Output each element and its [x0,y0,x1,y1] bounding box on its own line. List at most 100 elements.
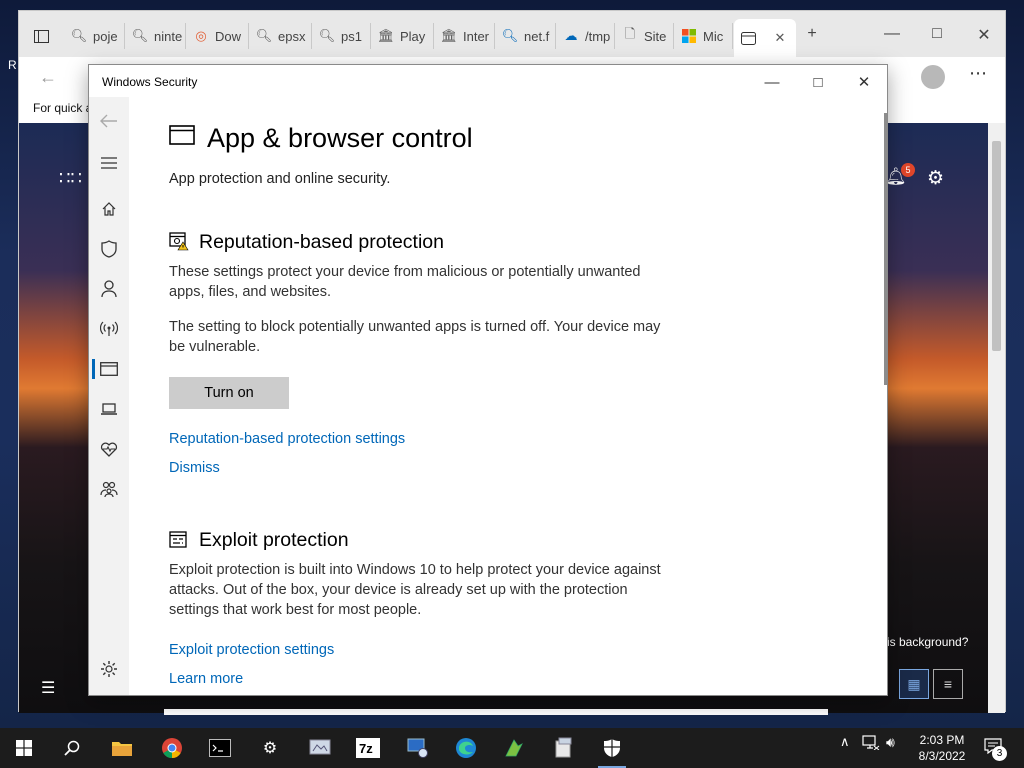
search-button[interactable] [58,734,86,762]
search-icon: 🔍︎ [131,28,149,43]
reputation-settings-link[interactable]: Reputation-based protection settings [169,431,405,447]
windows-security-taskbar-icon[interactable] [598,734,626,762]
close-tab-icon[interactable]: ✕ [772,30,788,46]
installer-app-icon[interactable] [550,734,578,762]
search-icon: 🔍︎ [255,28,273,43]
wireless-antenna-icon [100,321,118,336]
maximize-browser-button[interactable]: □ [922,25,952,43]
back-arrow-icon[interactable]: ← [39,67,57,88]
browser-tab[interactable]: 🗋 Site [616,23,674,49]
list-view-icon[interactable]: ≡ [933,669,963,699]
puzzle-app-icon[interactable]: ⚙ [256,734,284,762]
app-browser-icon [100,362,118,376]
network-window-icon[interactable] [306,734,334,762]
tab-label: ps1 [341,28,362,44]
tray-overflow-icon[interactable]: ∧ [840,734,850,750]
more-options-icon[interactable]: ⋯ [969,63,987,84]
nav-device-security[interactable] [89,393,129,425]
page-scrollbar[interactable] [988,123,1005,713]
grid-view-icon[interactable]: ▦ [899,669,929,699]
tab-strip: 🔍︎ poje 🔍︎ ninte ◎ Dow 🔍︎ epsx 🔍︎ ps1 🏛︎… [19,11,1005,57]
desktop-label: R [8,58,17,72]
tab-actions-button[interactable] [27,23,61,49]
minimize-button[interactable]: — [749,71,795,95]
browser-tab[interactable]: 🔍︎ epsx [250,23,312,49]
content-scrollbar[interactable] [884,113,887,385]
browser-tab[interactable]: 🏛︎ Inter [435,23,495,49]
network-icon[interactable] [862,734,880,753]
browser-tab[interactable]: ◎ Dow [187,23,249,49]
nav-firewall-network[interactable] [89,313,129,345]
browser-tab[interactable]: 🔍︎ net.f [496,23,556,49]
tab-label: Dow [215,28,242,44]
browser-tab[interactable]: Mic [675,23,733,49]
search-icon: 🔍︎ [318,28,336,43]
search-icon: 🔍︎ [70,28,88,43]
scrollbar-thumb[interactable] [992,141,1001,351]
tab-label: /tmp [585,28,611,44]
exploit-section-title: Exploit protection [199,529,349,551]
nav-virus-threat-protection[interactable] [89,233,129,265]
reputation-description: These settings protect your device from … [169,264,641,300]
minimize-browser-button[interactable]: — [877,25,907,43]
hamburger-menu-button[interactable] [89,147,129,179]
browser-tab[interactable]: 🔍︎ ps1 [313,23,371,49]
browser-tab[interactable]: 🔍︎ ninte [126,23,186,49]
tab-label: Play [400,28,426,44]
person-icon [101,280,117,298]
terminal-icon[interactable] [206,734,234,762]
exploit-settings-link[interactable]: Exploit protection settings [169,642,334,658]
tab-label: poje [93,28,118,44]
menu-icon[interactable]: ☰ [41,678,55,698]
python-app-icon[interactable] [500,734,528,762]
tab-label: Inter [463,28,490,44]
chrome-icon[interactable] [158,734,186,762]
nav-account-protection[interactable] [89,273,129,305]
nav-home[interactable] [89,193,129,225]
reputation-section-title: Reputation-based protection [199,231,444,253]
browser-tab[interactable]: ☁ /tmp [557,23,615,49]
navigation-rail [89,97,129,695]
nav-app-browser-control[interactable] [89,353,129,385]
tab-label: Mic [703,28,724,44]
nav-family-options[interactable] [89,473,129,505]
maximize-button[interactable]: □ [795,71,841,95]
archive-icon: 🏛︎ [377,28,395,43]
hamburger-icon [101,157,117,169]
close-browser-button[interactable]: ✕ [969,25,999,45]
svg-text:7z: 7z [359,741,373,756]
volume-icon[interactable]: 🔊︎ [886,734,895,751]
taskbar: ⚙ 7z ∧ 🔊︎ 2:03 PM 8/3/2022 3 [0,728,1024,768]
tab-actions-icon [33,28,49,44]
tab-label: ninte [154,28,183,44]
browser-tab[interactable]: 🔍︎ poje [65,23,125,49]
system-clock[interactable]: 2:03 PM 8/3/2022 [912,732,972,764]
7zip-icon[interactable]: 7z [354,734,382,762]
page-title-text: App & browser control [207,123,473,153]
settings-gear-icon[interactable]: ⚙ [927,167,944,190]
favorites-bar-text: For quick a [33,101,93,115]
dismiss-link[interactable]: Dismiss [169,460,220,476]
windows-security-window: Windows Security — □ ✕ App & browser con… [88,64,888,696]
learn-more-link[interactable]: Learn more [169,671,243,687]
start-button[interactable] [10,734,38,762]
nav-device-performance-health[interactable] [89,433,129,465]
search-icon: 🔍︎ [501,28,519,43]
shield-icon [604,739,620,757]
remote-desktop-icon[interactable] [404,734,432,762]
window-title: Windows Security [102,75,198,89]
close-button[interactable]: ✕ [841,71,887,95]
apps-grid-icon[interactable]: ∷∷ [59,168,82,189]
back-button[interactable] [89,105,129,137]
browser-tab[interactable]: 🏛︎ Play [372,23,434,49]
edge-icon[interactable] [452,734,480,762]
windows-logo-icon [16,740,32,756]
file-explorer-icon[interactable] [108,734,136,762]
notification-count-badge: 3 [992,746,1007,761]
gear-icon [101,661,117,677]
turn-on-button[interactable]: Turn on [169,377,289,409]
active-browser-tab[interactable]: ✕ [734,19,796,57]
profile-avatar[interactable] [921,65,945,89]
nav-settings[interactable] [89,653,129,685]
new-tab-button[interactable]: + [797,25,827,43]
